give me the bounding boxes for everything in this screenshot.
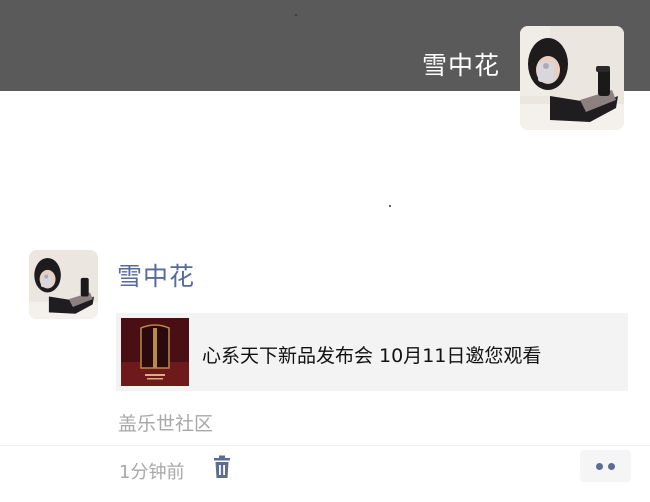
divider xyxy=(0,445,650,446)
shared-link-card[interactable]: 心系天下新品发布会 10月11日邀您观看 xyxy=(116,313,628,391)
decor-dot xyxy=(389,205,391,207)
profile-avatar[interactable] xyxy=(520,26,624,130)
more-button[interactable] xyxy=(580,450,631,482)
decor-dot xyxy=(295,14,297,16)
post-author-name[interactable]: 雪中花 xyxy=(117,257,195,293)
user-avatar-icon xyxy=(29,250,98,319)
link-thumbnail xyxy=(121,318,189,386)
delete-button[interactable] xyxy=(211,455,233,479)
user-avatar-icon xyxy=(520,26,624,130)
more-dots-icon xyxy=(608,463,615,470)
post-source[interactable]: 盖乐世社区 xyxy=(118,409,213,436)
more-dots-icon xyxy=(596,463,603,470)
trash-icon xyxy=(214,455,230,478)
profile-name: 雪中花 xyxy=(421,51,500,80)
phone-launch-thumbnail-icon xyxy=(121,318,189,386)
post-time: 1分钟前 xyxy=(119,462,185,483)
link-title: 心系天下新品发布会 10月11日邀您观看 xyxy=(202,345,542,367)
post-author-avatar[interactable] xyxy=(29,250,98,319)
